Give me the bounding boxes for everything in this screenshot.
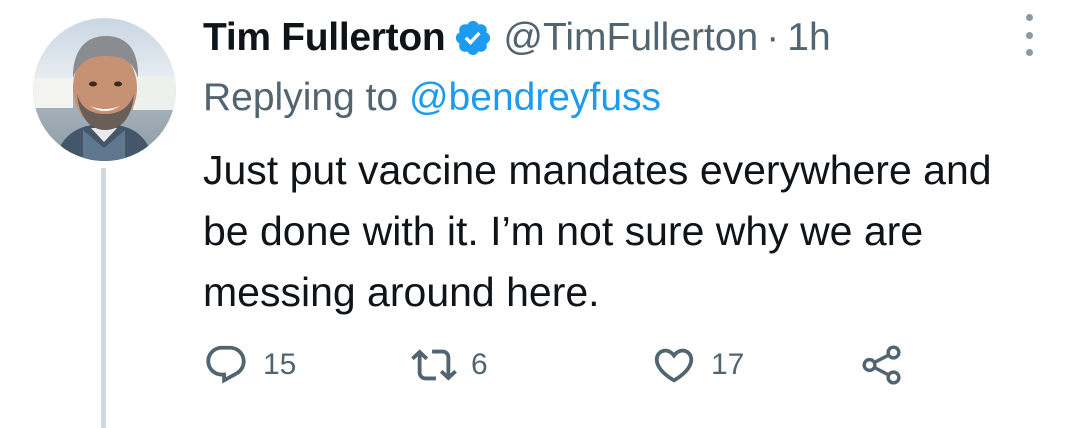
tweet-text: Just put vaccine mandates everywhere and…: [203, 147, 992, 315]
author-name[interactable]: Tim Fullerton: [203, 16, 446, 60]
retweet-button[interactable]: 6: [411, 340, 488, 390]
replying-to: Replying to @bendreyfuss: [203, 76, 661, 120]
tweet-header: Tim Fullerton @TimFullerton · 1h: [203, 10, 831, 66]
avatar[interactable]: [33, 18, 176, 161]
thread-line: [101, 168, 106, 428]
author-handle[interactable]: @TimFullerton: [503, 16, 758, 60]
retweet-count: 6: [471, 348, 488, 381]
like-count: 17: [711, 348, 745, 381]
reply-count: 15: [263, 348, 297, 381]
reply-button[interactable]: 15: [203, 340, 296, 390]
replying-to-label: Replying to: [203, 76, 399, 119]
more-vertical-icon[interactable]: [1017, 14, 1041, 56]
share-button[interactable]: [859, 340, 905, 390]
heart-icon: [651, 342, 697, 388]
timestamp[interactable]: 1h: [787, 16, 830, 60]
separator-dot: ·: [766, 16, 780, 59]
tweet[interactable]: Tim Fullerton @TimFullerton · 1h Replyin…: [0, 0, 1080, 428]
retweet-icon: [411, 342, 457, 388]
verified-badge-icon: [453, 18, 493, 58]
reply-mention-link[interactable]: @bendreyfuss: [409, 76, 661, 119]
reply-icon: [203, 342, 249, 388]
avatar-photo: [33, 18, 176, 161]
like-button[interactable]: 17: [651, 340, 744, 390]
action-bar: 15 6 17: [203, 340, 943, 390]
share-icon: [859, 342, 905, 388]
